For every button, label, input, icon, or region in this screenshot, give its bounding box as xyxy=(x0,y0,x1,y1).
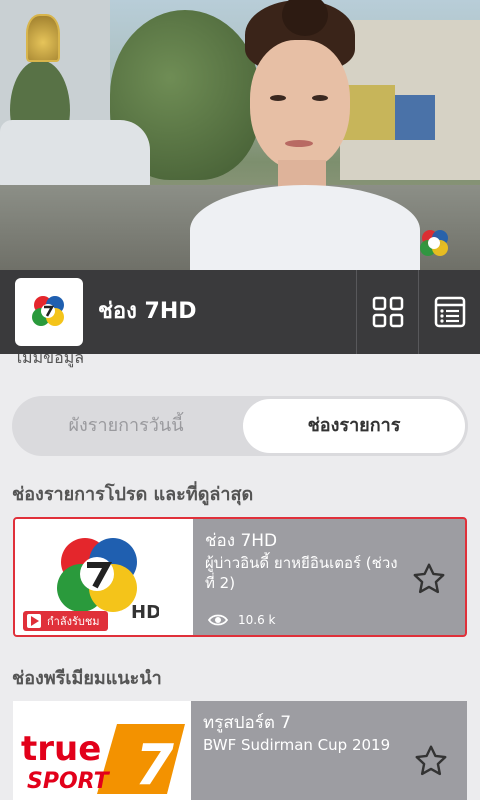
video-car xyxy=(0,120,150,190)
premium-section-title: ช่องพรีเมียมแนะนำ xyxy=(12,668,162,689)
grid-view-icon xyxy=(372,296,403,328)
tab-switcher: ผังรายการวันนี้ ช่องรายการ xyxy=(12,396,468,456)
channel7-thumbnail: HD กำลังรับชม xyxy=(15,519,193,635)
tab-channels[interactable]: ช่องรายการ xyxy=(243,399,465,453)
program-title: BWF Sudirman Cup 2019 xyxy=(203,736,391,754)
truesport7-thumbnail: true SPORT 7 xyxy=(13,701,191,800)
program-list-button[interactable] xyxy=(418,270,480,354)
channel-title: ช่อง 7HD xyxy=(98,299,197,324)
channel7-logo-icon xyxy=(15,278,83,346)
premium-channel-card[interactable]: true SPORT 7 ทรูสปอร์ต 7 BWF Sudirman Cu… xyxy=(13,701,467,800)
view-count-value: 10.6 k xyxy=(238,613,276,627)
now-watching-badge: กำลังรับชม xyxy=(23,611,108,631)
grid-view-button[interactable] xyxy=(356,270,418,354)
view-count: 10.6 k xyxy=(208,613,275,627)
program-list-icon xyxy=(434,296,465,328)
royal-emblem-icon xyxy=(26,14,60,62)
video-actress xyxy=(190,0,420,270)
truesport-logo-number: 7 xyxy=(135,733,174,796)
play-icon xyxy=(27,614,41,628)
channel-name: ทรูสปอร์ต 7 xyxy=(203,713,292,733)
favorite-star-button[interactable] xyxy=(411,741,451,781)
favorites-section-title: ช่องรายการโปรด และที่ดูล่าสุด xyxy=(12,484,254,505)
truesport-logo-sport: SPORT xyxy=(27,769,111,794)
star-icon xyxy=(413,563,445,594)
favorite-star-button[interactable] xyxy=(409,559,449,599)
tab-today-schedule[interactable]: ผังรายการวันนี้ xyxy=(12,396,240,456)
star-icon xyxy=(415,745,447,776)
svg-text:HD: HD xyxy=(131,602,159,622)
eye-icon xyxy=(208,614,228,626)
channel7-watermark-icon xyxy=(418,228,454,262)
now-watching-label: กำลังรับชม xyxy=(47,615,100,628)
channel-name: ช่อง 7HD xyxy=(205,531,278,551)
favorite-channel-card[interactable]: HD กำลังรับชม ช่อง 7HD ผู้บ่าวอินดี้ ยาห… xyxy=(13,517,467,637)
channel7-logo-icon: HD xyxy=(57,538,159,622)
truesport7-logo-icon: true SPORT 7 xyxy=(21,724,185,796)
program-title: ผู้บ่าวอินดี้ ยาหยีอินเตอร์ (ช่วงที่ 2) xyxy=(205,554,398,592)
video-player[interactable] xyxy=(0,0,480,270)
truesport-logo-text: true xyxy=(21,729,101,769)
channel-header: ช่อง 7HD xyxy=(0,270,480,354)
